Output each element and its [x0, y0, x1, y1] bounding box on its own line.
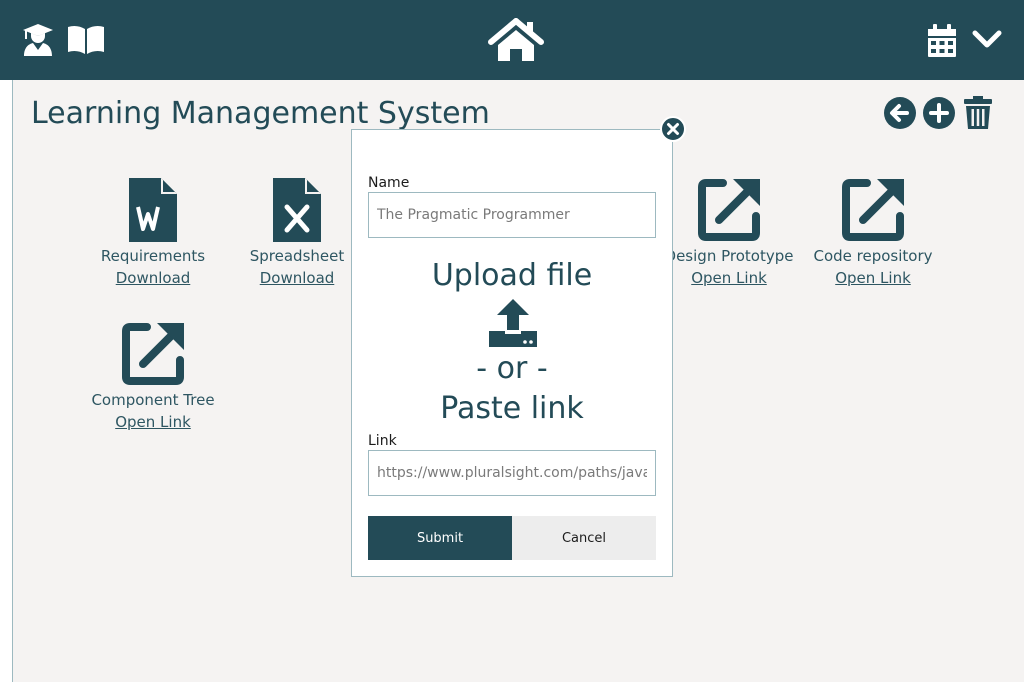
open-link[interactable]: Open Link [68, 411, 238, 433]
word-file-icon[interactable] [129, 178, 177, 242]
external-link-icon[interactable] [121, 322, 185, 386]
link-label: Link [368, 433, 397, 449]
chevron-down-icon[interactable] [972, 30, 1002, 50]
book-icon[interactable] [67, 25, 105, 55]
close-icon[interactable] [660, 116, 686, 142]
name-label: Name [368, 175, 410, 191]
external-link-icon[interactable] [697, 178, 761, 242]
file-tile: Code repository Open Link [788, 178, 958, 289]
file-name: Code repository [813, 247, 933, 265]
page-title: Learning Management System [31, 96, 490, 131]
open-link[interactable]: Open Link [788, 267, 958, 289]
upload-file-title[interactable]: Upload file [352, 258, 672, 294]
or-separator: - or - [476, 351, 548, 386]
home-icon[interactable] [488, 17, 544, 63]
cancel-button[interactable]: Cancel [512, 516, 656, 560]
external-link-icon[interactable] [841, 178, 905, 242]
trash-icon[interactable] [963, 96, 993, 130]
top-nav-bar [0, 0, 1024, 80]
add-resource-modal: Name Upload file - or - Paste link Link … [351, 129, 673, 577]
back-icon[interactable] [883, 96, 917, 130]
excel-file-icon[interactable] [273, 178, 321, 242]
link-input[interactable] [368, 450, 656, 496]
upload-icon[interactable] [488, 298, 538, 348]
file-name: Component Tree [91, 391, 215, 409]
add-icon[interactable] [922, 96, 956, 130]
submit-button[interactable]: Submit [368, 516, 512, 560]
name-input[interactable] [368, 192, 656, 238]
file-tile: Component Tree Open Link [68, 322, 238, 433]
paste-link-title: Paste link [440, 391, 584, 426]
calendar-icon[interactable] [927, 24, 957, 58]
graduate-icon[interactable] [22, 23, 54, 57]
